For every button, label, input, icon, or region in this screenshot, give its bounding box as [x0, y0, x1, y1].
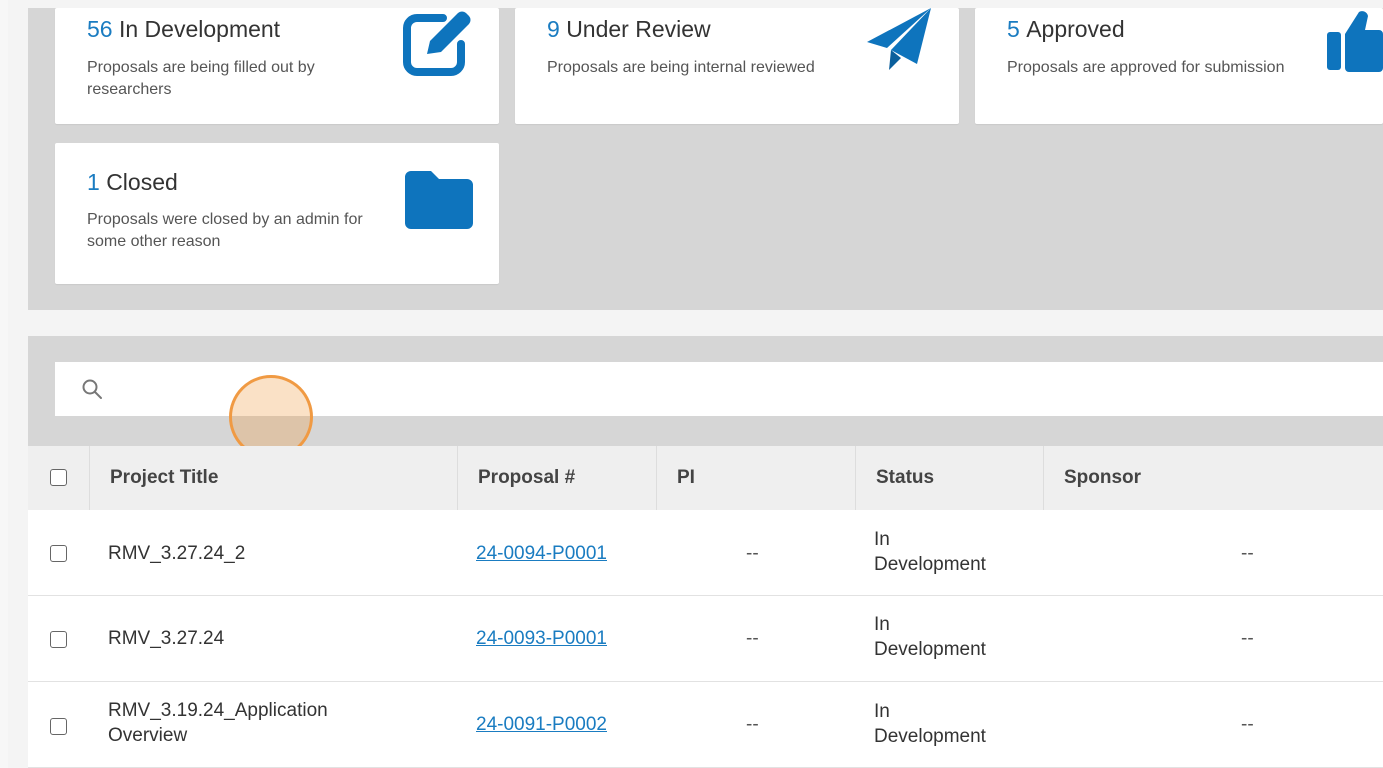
sponsor-cell: --: [1241, 714, 1254, 735]
sponsor-cell: --: [1241, 628, 1254, 649]
search-icon: [81, 378, 103, 405]
sponsor-cell: --: [1241, 543, 1254, 564]
project-title-cell: RMV_3.27.24_2: [108, 543, 246, 564]
column-header-project-title[interactable]: Project Title: [89, 446, 458, 510]
project-title-line: Overview: [108, 725, 188, 746]
search-input[interactable]: [115, 370, 1319, 410]
status-line: In: [874, 614, 890, 635]
table-row[interactable]: RMV_3.27.24_2 24-0094-P0001 -- In Develo…: [28, 510, 1383, 596]
card-count: 1: [87, 169, 100, 195]
card-description: Proposals are approved for submission: [1007, 59, 1285, 76]
card-count: 5: [1007, 16, 1020, 42]
card-label: In Development: [118, 16, 281, 42]
card-label: Closed: [106, 169, 178, 195]
status-cards-panel: 56 In Development Proposals are being fi…: [28, 8, 1383, 310]
card-description: Proposals are being internal reviewed: [547, 59, 815, 76]
table-header-row: Project Title Proposal # PI Status Spons…: [28, 446, 1383, 510]
status-card-closed[interactable]: 1 Closed Proposals were closed by an adm…: [55, 143, 499, 284]
column-header-status[interactable]: Status: [855, 446, 1044, 510]
thumbs-up-icon: [1325, 8, 1383, 79]
proposal-number-link[interactable]: 24-0094-P0001: [476, 541, 607, 566]
proposals-table-panel: Project Title Proposal # PI Status Spons…: [28, 336, 1383, 768]
status-cell: In Development: [874, 699, 986, 749]
proposals-table: Project Title Proposal # PI Status Spons…: [28, 446, 1383, 768]
table-row[interactable]: RMV_3.27.24 24-0093-P0001 -- In Developm…: [28, 596, 1383, 682]
card-label: Under Review: [566, 16, 711, 42]
project-title-cell: RMV_3.27.24: [108, 628, 225, 649]
card-label: Approved: [1026, 16, 1125, 42]
paper-plane-icon: [865, 8, 935, 79]
proposal-number-link[interactable]: 24-0091-P0002: [476, 712, 607, 737]
card-description: Proposals are being filled out by resear…: [87, 59, 315, 98]
proposal-number-link[interactable]: 24-0093-P0001: [476, 626, 607, 651]
status-card-in-development[interactable]: 56 In Development Proposals are being fi…: [55, 8, 499, 124]
status-line: Development: [874, 639, 986, 660]
card-count: 9: [547, 16, 560, 42]
card-count: 56: [87, 16, 113, 42]
project-title-line: RMV_3.19.24_Application: [108, 700, 328, 721]
select-all-checkbox[interactable]: [50, 469, 67, 486]
status-card-under-review[interactable]: 9 Under Review Proposals are being inter…: [515, 8, 959, 124]
card-title: 9 Under Review: [547, 16, 711, 43]
status-card-approved[interactable]: 5 Approved Proposals are approved for su…: [975, 8, 1383, 124]
page-left-margin: [0, 0, 8, 768]
pi-cell: --: [746, 628, 759, 649]
column-header-sponsor[interactable]: Sponsor: [1043, 446, 1383, 510]
card-description: Proposals were closed by an admin for so…: [87, 211, 363, 250]
status-line: In: [874, 701, 890, 722]
status-line: Development: [874, 554, 986, 575]
table-row[interactable]: RMV_3.19.24_Application Overview 24-0091…: [28, 682, 1383, 768]
row-checkbox[interactable]: [50, 631, 67, 648]
row-checkbox[interactable]: [50, 718, 67, 735]
column-header-proposal[interactable]: Proposal #: [457, 446, 657, 510]
row-checkbox[interactable]: [50, 545, 67, 562]
search-bar[interactable]: [55, 362, 1383, 459]
status-cell: In Development: [874, 612, 986, 662]
folder-icon: [405, 171, 473, 236]
status-cell: In Development: [874, 527, 986, 577]
card-title: 1 Closed: [87, 169, 178, 196]
card-title: 56 In Development: [87, 16, 280, 43]
card-title: 5 Approved: [1007, 16, 1125, 43]
project-title-cell: RMV_3.19.24_Application Overview: [108, 698, 328, 748]
status-line: Development: [874, 726, 986, 747]
pi-cell: --: [746, 543, 759, 564]
edit-icon: [403, 8, 473, 81]
status-line: In: [874, 529, 890, 550]
pi-cell: --: [746, 714, 759, 735]
column-header-pi[interactable]: PI: [656, 446, 856, 510]
